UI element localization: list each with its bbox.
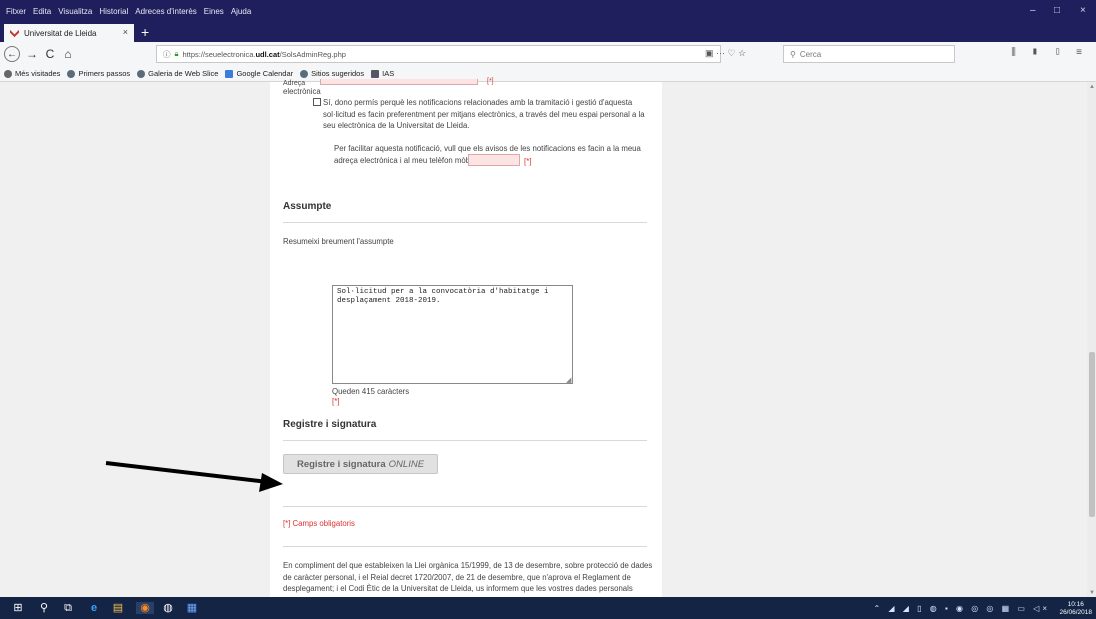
menu-bar: Fitxer Edita Visualitza Historial Adrece… (0, 0, 1096, 22)
start-icon[interactable]: ⊞ (12, 602, 24, 614)
info-icon[interactable]: ⓘ (163, 49, 171, 60)
register-title: Registre i signatura (283, 419, 377, 430)
menu-bookmarks[interactable]: Adreces d'interès (135, 7, 197, 16)
consent-checkbox[interactable] (313, 98, 321, 106)
tab-close-icon[interactable]: × (123, 27, 128, 37)
search-icon[interactable]: ⚲ (38, 602, 50, 614)
minimize-button[interactable]: – (1030, 5, 1036, 16)
tab-title: Universitat de Lleida (24, 28, 97, 38)
menu-file[interactable]: Fitxer (6, 7, 26, 16)
clock[interactable]: 10:16 26/06/2018 (1059, 601, 1092, 617)
navigation-bar: ← → C ⌂ ⓘ 🔒︎ https://seuelectronica. udl.… (0, 42, 1096, 66)
file-explorer-icon[interactable]: ▤ (112, 602, 124, 614)
required-mark: [*] (524, 157, 532, 166)
legal-notice: En compliment del que estableixen la Lle… (283, 561, 653, 597)
toolbar-menu-icons[interactable]: ⫼ ▮ ▯ ≡ (1011, 47, 1088, 58)
url-path: /SolsAdminReg.php (279, 49, 346, 59)
tab-bar: Universitat de Lleida × + (0, 22, 1096, 42)
word-icon[interactable]: ▦ (186, 602, 198, 614)
required-fields-note: [*] Camps obligatoris (283, 519, 355, 528)
menu-view[interactable]: Visualitza (58, 7, 92, 16)
forward-button[interactable]: → (24, 46, 40, 62)
windows-taskbar: ⊞ ⚲ ⧉ e ▤ ◉ ◍ ▦ ⌃ ◢ ◢ ▯ ◍ ▪ ◉ ◎ ◎ ▦ ▭ ◁×… (0, 597, 1096, 619)
back-button[interactable]: ← (4, 46, 20, 62)
maximize-button[interactable]: □ (1054, 5, 1060, 16)
resize-grip-icon[interactable]: ◢ (566, 376, 571, 384)
register-sign-online-button[interactable]: Registre i signatura ONLINE (283, 454, 438, 474)
url-bar[interactable]: ⓘ 🔒︎ https://seuelectronica. udl.cat/Sols… (156, 45, 721, 63)
bookmark-ias[interactable]: IAS (371, 69, 394, 78)
address-label-bottom: electrònica (283, 87, 321, 96)
lock-icon: 🔒︎ (174, 49, 179, 58)
required-mark: [*] (487, 78, 494, 85)
bookmark-google-calendar[interactable]: Google Calendar (225, 69, 293, 78)
bookmark-web-slice[interactable]: Galeria de Web Slice (137, 69, 218, 78)
tab-universitat[interactable]: Universitat de Lleida × (4, 24, 134, 42)
clock-date: 26/06/2018 (1059, 609, 1092, 616)
email-field[interactable] (320, 79, 478, 85)
globe-icon (137, 69, 146, 78)
globe-icon (67, 69, 76, 78)
divider (283, 222, 647, 223)
task-view-icon[interactable]: ⧉ (62, 602, 74, 614)
search-icon: ⚲ (790, 49, 796, 59)
firefox-icon[interactable]: ◉ (136, 602, 154, 614)
search-placeholder: Cerca (799, 49, 822, 59)
notify-text-line-1: Per facilitar aquesta notificació, vull … (334, 144, 641, 153)
url-prefix: https://seuelectronica. (182, 49, 256, 59)
vertical-scrollbar[interactable] (1087, 82, 1096, 597)
menu-history[interactable]: Historial (99, 7, 128, 16)
udl-favicon-icon (10, 29, 19, 37)
bookmark-most-visited[interactable]: Més visitades (4, 69, 60, 78)
subject-title: Assumpte (283, 201, 332, 212)
bookmark-suggested-sites[interactable]: Sitios sugeridos (300, 69, 364, 78)
register-button-online: ONLINE (388, 458, 425, 470)
consent-text: Sí, dono permís perquè les notificacions… (323, 98, 645, 130)
url-host: udl.cat (255, 49, 280, 59)
new-tab-button[interactable]: + (141, 24, 149, 40)
summary-textarea[interactable]: Sol·licitud per a la convocatòria d'habi… (332, 285, 573, 384)
globe-icon (300, 69, 309, 78)
bookmarks-bar: Més visitades Primers passos Galeria de … (0, 66, 1096, 82)
reload-button[interactable]: C (42, 46, 58, 62)
edge-icon[interactable]: e (88, 602, 100, 614)
page-actions-icon[interactable]: ▣ ··· ♡ ☆ (705, 48, 746, 59)
chars-remaining: Queden 415 caràcters (332, 387, 410, 396)
app-icon[interactable]: ◍ (162, 602, 174, 614)
required-mark: [*] (332, 397, 340, 406)
summary-label: Resumeixi breument l'assumpte (283, 237, 394, 246)
divider (283, 506, 647, 507)
scrollbar-thumb[interactable] (1089, 352, 1095, 517)
scroll-up-icon[interactable]: ▲ (1089, 84, 1095, 90)
notify-text-line-2: adreça electrònica i al meu telèfon mòbi… (334, 156, 474, 165)
divider (283, 440, 647, 441)
scroll-down-icon[interactable]: ▼ (1089, 590, 1095, 596)
system-tray-icons[interactable]: ⌃ ◢ ◢ ▯ ◍ ▪ ◉ ◎ ◎ ▦ ▭ ◁× (873, 604, 1050, 613)
folder-icon (371, 69, 380, 78)
home-button[interactable]: ⌂ (60, 46, 76, 62)
menu-tools[interactable]: Eines (204, 7, 224, 16)
divider (283, 546, 647, 547)
mobile-phone-field[interactable] (468, 154, 520, 166)
search-input[interactable]: ⚲ Cerca (783, 45, 955, 63)
menu-help[interactable]: Ajuda (231, 7, 251, 16)
register-button-label: Registre i signatura (296, 458, 386, 470)
clock-time: 10:16 (1067, 601, 1084, 608)
menu-edit[interactable]: Edita (33, 7, 51, 16)
calendar-icon (225, 69, 234, 78)
bookmark-getting-started[interactable]: Primers passos (67, 69, 130, 78)
close-window-button[interactable]: × (1080, 5, 1086, 16)
gear-icon (4, 69, 12, 78)
